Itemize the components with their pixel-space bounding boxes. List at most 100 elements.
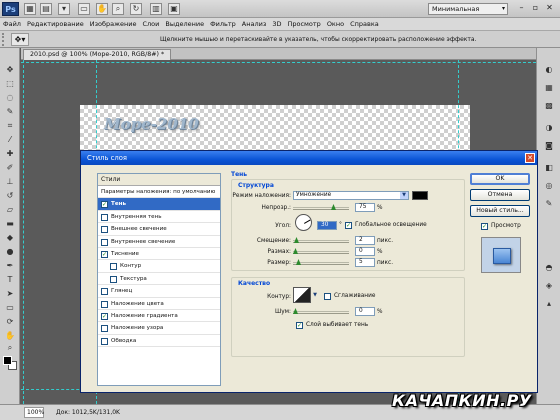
style-checkbox[interactable] xyxy=(101,226,108,234)
menu-edit[interactable]: Редактирование xyxy=(24,18,87,31)
style-list-item[interactable]: Текстура xyxy=(98,273,220,286)
preview-checkbox[interactable]: ✓ xyxy=(481,223,488,230)
zoom-tool-icon[interactable]: ⌕ xyxy=(112,3,124,15)
menu-window[interactable]: Окно xyxy=(324,18,347,31)
style-checkbox[interactable]: ✓ xyxy=(101,250,108,258)
blend-mode-select[interactable]: Умножение ▼ xyxy=(293,191,409,200)
size-slider[interactable] xyxy=(293,259,349,265)
distance-slider[interactable] xyxy=(293,237,349,243)
history-brush-tool-icon[interactable]: ↺ xyxy=(3,190,17,201)
3d-rotate-tool-icon[interactable]: ⟳ xyxy=(3,316,17,327)
type-tool-icon[interactable]: T xyxy=(3,274,17,285)
style-list-item[interactable]: Внешнее свечение xyxy=(98,223,220,236)
move-tool-icon[interactable]: ✥ xyxy=(3,64,17,75)
size-input[interactable]: 5 xyxy=(355,258,375,267)
style-list-item[interactable]: Контур xyxy=(98,260,220,273)
style-checkbox[interactable] xyxy=(101,288,108,296)
styles-panel-icon[interactable]: ▩ xyxy=(542,100,556,112)
style-list-item[interactable]: Внутреннее свечение xyxy=(98,236,220,248)
noise-slider[interactable] xyxy=(293,308,349,314)
angle-dial[interactable] xyxy=(295,214,312,231)
menu-file[interactable]: Файл xyxy=(0,18,24,31)
menu-select[interactable]: Выделение xyxy=(162,18,207,31)
style-list-item[interactable]: Глянец xyxy=(98,285,220,298)
angle-input[interactable]: 30 xyxy=(317,221,337,230)
histogram-panel-icon[interactable]: ▴ xyxy=(542,298,556,310)
opacity-slider[interactable] xyxy=(293,204,349,210)
blur-tool-icon[interactable]: ◆ xyxy=(3,232,17,243)
menu-image[interactable]: Изображение xyxy=(87,18,140,31)
cancel-button[interactable]: Отмена xyxy=(470,189,530,201)
maximize-icon[interactable]: ▫ xyxy=(530,3,541,14)
new-style-button[interactable]: Новый стиль... xyxy=(470,205,530,217)
hand-tool-icon[interactable]: ✋ xyxy=(96,3,108,15)
eraser-tool-icon[interactable]: ▱ xyxy=(3,204,17,215)
style-list-item[interactable]: Наложение цвета xyxy=(98,298,220,310)
chevron-down-icon[interactable]: ▼ xyxy=(312,287,318,303)
zoom-field[interactable]: 100% xyxy=(24,407,44,418)
minimize-icon[interactable]: – xyxy=(516,3,527,14)
style-list-item[interactable]: ✓ Тиснение xyxy=(98,248,220,261)
menu-analysis[interactable]: Анализ xyxy=(239,18,270,31)
hand-tool-icon[interactable]: ✋ xyxy=(3,330,17,341)
menu-view[interactable]: Просмотр xyxy=(284,18,323,31)
close-app-icon[interactable]: ✕ xyxy=(544,3,555,14)
move-tool-icon[interactable]: ✥▾ xyxy=(11,33,29,46)
masks-panel-icon[interactable]: ◙ xyxy=(542,140,556,152)
color-panel-icon[interactable]: ◐ xyxy=(542,64,556,76)
antialias-checkbox[interactable] xyxy=(324,293,331,300)
path-select-tool-icon[interactable]: ➤ xyxy=(3,288,17,299)
style-list-item[interactable]: ✓ Наложение градиента xyxy=(98,310,220,323)
dodge-tool-icon[interactable]: ● xyxy=(3,246,17,257)
gradient-tool-icon[interactable]: ▬ xyxy=(3,218,17,229)
knockout-checkbox[interactable]: ✓ xyxy=(296,322,303,329)
foreground-color-swatch[interactable] xyxy=(3,356,12,365)
clone-stamp-tool-icon[interactable]: ⊥ xyxy=(3,176,17,187)
workspace-switcher[interactable]: Минимальная ▾ xyxy=(428,3,508,15)
close-icon[interactable]: ✕ xyxy=(525,153,535,163)
menu-filter[interactable]: Фильтр xyxy=(207,18,239,31)
noise-input[interactable]: 0 xyxy=(355,307,375,316)
style-list-item[interactable]: Внутренняя тень xyxy=(98,211,220,224)
style-checkbox[interactable] xyxy=(101,325,108,333)
ok-button[interactable]: OK xyxy=(470,173,530,185)
opacity-input[interactable]: 75 xyxy=(355,203,375,212)
layers-panel-icon[interactable]: ◧ xyxy=(542,162,556,174)
zoom-level-icon[interactable]: ▭ xyxy=(78,3,90,15)
quick-select-tool-icon[interactable]: ✎ xyxy=(3,106,17,117)
dialog-title[interactable]: Стиль слоя xyxy=(81,151,537,165)
minibridge-icon[interactable]: ▤ xyxy=(40,3,52,15)
arrange-documents-icon[interactable]: ▥ xyxy=(150,3,162,15)
style-checkbox[interactable] xyxy=(101,213,108,221)
pen-tool-icon[interactable]: ✒ xyxy=(3,260,17,271)
crop-tool-icon[interactable]: ⌗ xyxy=(3,120,17,131)
style-checkbox[interactable] xyxy=(101,337,108,345)
styles-header[interactable]: Стили xyxy=(98,174,220,186)
style-checkbox[interactable]: ✓ xyxy=(101,312,108,320)
menu-help[interactable]: Справка xyxy=(347,18,382,31)
channels-panel-icon[interactable]: ◎ xyxy=(542,180,556,192)
view-extras-icon[interactable]: ▾ xyxy=(58,3,70,15)
shadow-color-swatch[interactable] xyxy=(412,191,428,200)
zoom-tool-icon[interactable]: ⌕ xyxy=(3,342,17,353)
shape-tool-icon[interactable]: ▭ xyxy=(3,302,17,313)
style-checkbox[interactable] xyxy=(101,238,108,246)
style-checkbox[interactable] xyxy=(110,263,117,271)
brush-tool-icon[interactable]: ✐ xyxy=(3,162,17,173)
style-checkbox[interactable] xyxy=(101,300,108,308)
eyedropper-tool-icon[interactable]: ⁄ xyxy=(3,134,17,145)
healing-tool-icon[interactable]: ✚ xyxy=(3,148,17,159)
marquee-tool-icon[interactable]: ⬚ xyxy=(3,78,17,89)
3d-panel-icon[interactable]: ◓ xyxy=(542,262,556,274)
global-light-checkbox[interactable]: ✓ xyxy=(345,222,352,229)
rotate-view-icon[interactable]: ↻ xyxy=(130,3,142,15)
adjustments-panel-icon[interactable]: ◑ xyxy=(542,122,556,134)
menu-3d[interactable]: 3D xyxy=(269,18,284,31)
screen-mode-icon[interactable]: ▣ xyxy=(168,3,180,15)
bridge-icon[interactable]: ▦ xyxy=(24,3,36,15)
document-tab[interactable]: 2010.psd @ 100% (Море-2010, RGB/8#) * xyxy=(23,49,172,60)
menu-layers[interactable]: Слои xyxy=(139,18,162,31)
swatches-panel-icon[interactable]: ▦ xyxy=(542,82,556,94)
navigator-panel-icon[interactable]: ◈ xyxy=(542,280,556,292)
paths-panel-icon[interactable]: ✎ xyxy=(542,198,556,210)
